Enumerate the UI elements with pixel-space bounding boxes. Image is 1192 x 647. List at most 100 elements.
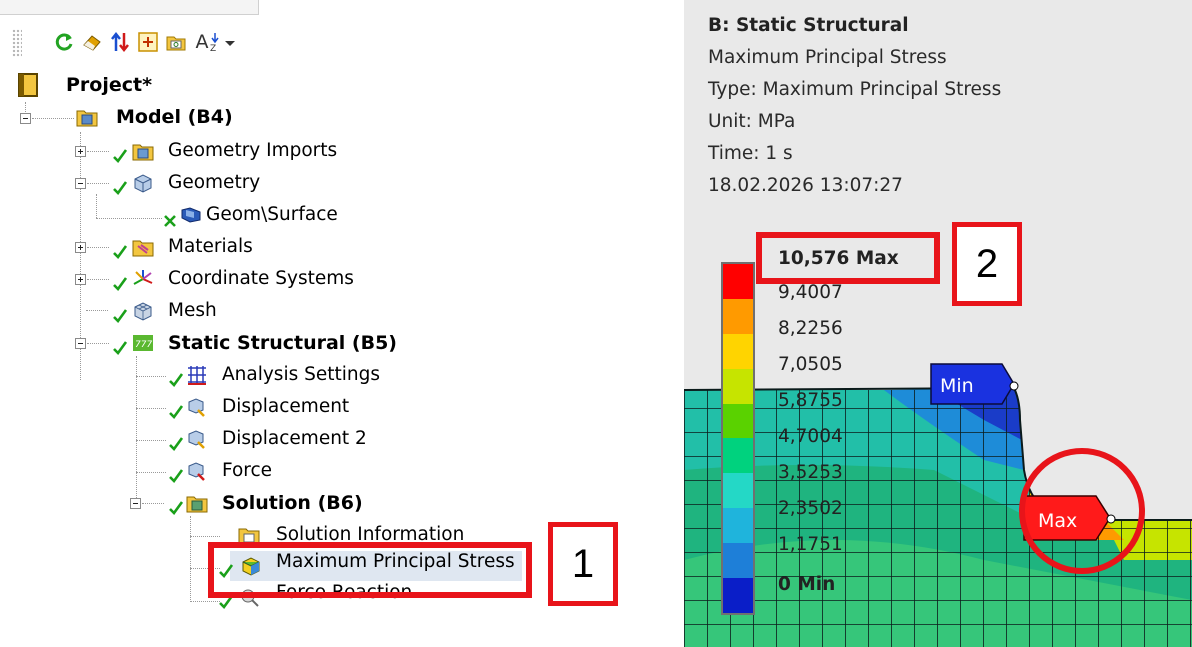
legend-band [723, 333, 753, 369]
svg-text:777: 777 [135, 340, 152, 350]
legend-band [723, 438, 753, 474]
tree-label-coordinate-systems: Coordinate Systems [168, 268, 354, 289]
expand-toggle[interactable] [75, 242, 86, 253]
legend-value: 5,8755 [778, 390, 843, 411]
geometry-imports-icon [132, 144, 154, 161]
result-timestamp: 18.02.2026 13:07:27 [708, 175, 903, 196]
surface-body-icon [181, 207, 201, 223]
color-legend-bar [721, 262, 755, 615]
tree-item-geometry-imports[interactable]: Geometry Imports [0, 136, 400, 166]
dropdown-arrow-icon[interactable] [222, 30, 238, 54]
geometry-cube-icon [134, 174, 152, 193]
sort-arrows-icon[interactable] [108, 30, 132, 54]
collapse-folder-icon[interactable] [164, 30, 188, 54]
legend-band [723, 264, 753, 299]
tree-label-mesh: Mesh [168, 300, 217, 321]
tree-item-geometry[interactable]: Geometry [0, 168, 400, 198]
status-check-icon [113, 181, 128, 195]
max-probe-label: Max [1038, 510, 1077, 532]
tree-item-analysis-settings[interactable]: Analysis Settings [0, 360, 450, 390]
tree-item-static-structural[interactable]: 777 Static Structural (B5) [0, 328, 450, 358]
eraser-icon[interactable] [80, 30, 104, 54]
tree-item-force[interactable]: Force [0, 456, 450, 486]
annotation-number-1: 1 [548, 522, 618, 606]
analysis-settings-icon [188, 366, 206, 385]
collapse-toggle[interactable] [130, 498, 141, 509]
tree-label-solution: Solution (B6) [222, 492, 363, 514]
tree-label-displacement-2: Displacement 2 [222, 428, 367, 449]
legend-min-value: 0 Min [778, 574, 836, 595]
sort-az-icon[interactable]: A Z [194, 30, 222, 54]
displacement-icon [188, 398, 205, 417]
status-check-icon [113, 149, 128, 163]
mesh-icon [134, 302, 152, 321]
model-folder-icon [76, 110, 98, 127]
legend-band [723, 543, 753, 579]
expand-toggle[interactable] [75, 146, 86, 157]
tree-item-solution[interactable]: Solution (B6) [0, 488, 450, 518]
legend-band [723, 368, 753, 404]
tree-label-displacement: Displacement [222, 396, 350, 417]
outline-header-strip [0, 0, 259, 15]
legend-band [723, 508, 753, 544]
tree-label-project: Project* [66, 74, 153, 96]
collapse-toggle[interactable] [75, 178, 86, 189]
legend-value: 3,5253 [778, 462, 843, 483]
expand-all-icon[interactable] [136, 30, 160, 54]
tree-label-materials: Materials [168, 236, 253, 257]
tree-item-coordinate-systems[interactable]: Coordinate Systems [0, 264, 400, 294]
annotation-box-1 [208, 542, 532, 598]
materials-folder-icon [132, 240, 154, 257]
status-cross-icon [164, 215, 176, 227]
legend-band [723, 403, 753, 439]
min-probe[interactable]: Min [930, 363, 1019, 405]
status-check-icon [169, 501, 184, 515]
tree-label-static-structural: Static Structural (B5) [168, 332, 397, 354]
expand-toggle[interactable] [75, 274, 86, 285]
toolbar-grip[interactable] [12, 29, 22, 57]
legend-value: 9,4007 [778, 282, 843, 303]
tree-item-materials[interactable]: Materials [0, 232, 400, 262]
solution-folder-icon [186, 496, 208, 513]
tree-item-displacement[interactable]: Displacement [0, 392, 450, 422]
legend-value: 8,2256 [778, 318, 843, 339]
result-type: Type: Maximum Principal Stress [708, 79, 1002, 100]
tree-item-geom-surface[interactable]: Geom\Surface [0, 200, 400, 230]
displacement-icon [188, 430, 205, 449]
svg-text:Z: Z [210, 44, 216, 53]
status-check-icon [169, 469, 184, 483]
annotation-number-2: 2 [952, 222, 1022, 306]
status-check-icon [169, 373, 184, 387]
status-check-icon [113, 245, 128, 259]
result-time: Time: 1 s [708, 143, 793, 164]
status-check-icon [113, 309, 128, 323]
force-icon [188, 462, 205, 481]
project-tree-panel: A Z Project* Model (B4) Geometry Imports [0, 0, 680, 647]
tree-label-analysis-settings: Analysis Settings [222, 364, 380, 385]
legend-band [723, 578, 753, 613]
legend-band [723, 473, 753, 509]
tree-toolbar: A Z [0, 22, 340, 64]
result-viewport[interactable]: Min Max B: Static Structural Maximum Pri… [684, 0, 1192, 647]
result-title: B: Static Structural [708, 15, 909, 36]
tree-label-force: Force [222, 460, 273, 481]
collapse-toggle[interactable] [20, 113, 31, 124]
status-check-icon [169, 405, 184, 419]
status-check-icon [113, 277, 128, 291]
tree-item-project[interactable]: Project* [0, 70, 300, 100]
tree-item-model[interactable]: Model (B4) [0, 102, 300, 132]
project-book-icon [18, 73, 38, 97]
legend-band [723, 298, 753, 334]
legend-value: 4,7004 [778, 426, 843, 447]
tree-item-mesh[interactable]: Mesh [0, 296, 400, 326]
status-check-icon [169, 437, 184, 451]
legend-value: 7,0505 [778, 354, 843, 375]
result-name: Maximum Principal Stress [708, 47, 947, 68]
legend-value: 2,3502 [778, 498, 843, 519]
tree-label-geometry-imports: Geometry Imports [168, 140, 338, 161]
tree-label-geom-surface: Geom\Surface [206, 204, 338, 225]
refresh-icon[interactable] [52, 30, 76, 54]
collapse-toggle[interactable] [75, 338, 86, 349]
tree-item-displacement-2[interactable]: Displacement 2 [0, 424, 450, 454]
static-structural-icon: 777 [133, 335, 153, 351]
